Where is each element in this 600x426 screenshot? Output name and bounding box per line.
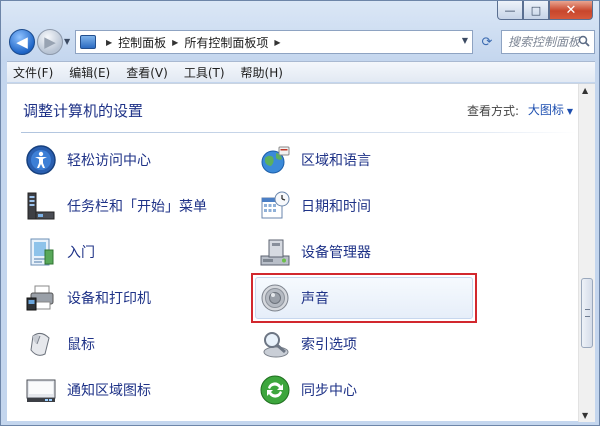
title-divider (21, 132, 577, 133)
speaker-icon (261, 284, 289, 312)
refresh-button[interactable]: ⟳ (477, 30, 497, 54)
menu-tools[interactable]: 工具(T) (184, 64, 225, 81)
menu-file[interactable]: 文件(F) (13, 64, 53, 81)
control-panel-icon (80, 35, 96, 49)
calendar-clock-icon (261, 191, 290, 219)
item-label[interactable]: 声音 (301, 288, 329, 308)
breadcrumb-control-panel[interactable]: 控制面板 (118, 34, 166, 51)
minimize-button[interactable]: — (497, 1, 523, 20)
item-indexing-options[interactable]: 索引选项 (255, 324, 357, 364)
back-button[interactable]: ◀ (9, 29, 35, 55)
breadcrumb-separator[interactable]: ▶ (106, 38, 112, 47)
navigation-bar: ◀ ▶ ▼ ▶ 控制面板 ▶ 所有控制面板项 ▶ ▼ ⟳ (7, 27, 595, 57)
item-label[interactable]: 索引选项 (301, 334, 357, 354)
indexing-icon (263, 332, 289, 358)
scroll-up-button[interactable]: ▲ (582, 86, 588, 95)
menu-help[interactable]: 帮助(H) (241, 64, 283, 81)
item-device-manager[interactable]: 设备管理器 (255, 232, 371, 272)
menu-edit[interactable]: 编辑(E) (69, 64, 110, 81)
chevron-down-icon[interactable]: ▼ (567, 107, 573, 116)
vertical-scrollbar[interactable]: ▲ ▼ (578, 84, 595, 422)
scroll-thumb[interactable] (581, 278, 593, 348)
address-dropdown-icon[interactable]: ▼ (462, 36, 468, 45)
item-notification-area-icons[interactable]: 通知区域图标 (21, 370, 151, 410)
item-region-language[interactable]: 区域和语言 (255, 140, 371, 180)
scroll-down-button[interactable]: ▼ (582, 411, 588, 420)
item-devices-printers[interactable]: 设备和打印机 (21, 278, 151, 318)
item-label[interactable]: 入门 (67, 242, 95, 262)
grip-icon (585, 309, 590, 317)
breadcrumb-separator[interactable]: ▶ (274, 38, 280, 47)
item-date-time[interactable]: 日期和时间 (255, 186, 371, 226)
control-panel-window: — □ ✕ ◀ ▶ ▼ ▶ 控制面板 ▶ 所有控制面板项 ▶ ▼ ⟳ 文件(F)… (0, 0, 600, 426)
item-label[interactable]: 区域和语言 (301, 150, 371, 170)
view-mode-value[interactable]: 大图标 (528, 103, 564, 117)
breadcrumb-separator[interactable]: ▶ (172, 38, 178, 47)
item-label[interactable]: 设备管理器 (301, 242, 371, 262)
caption-buttons: — □ ✕ (497, 1, 593, 20)
menu-bar: 文件(F) 编辑(E) 查看(V) 工具(T) 帮助(H) (7, 61, 595, 82)
device-manager-icon (260, 239, 290, 266)
search-box[interactable] (501, 30, 595, 54)
item-label[interactable]: 通知区域图标 (67, 380, 151, 400)
search-icon[interactable] (578, 35, 590, 47)
globe-icon (261, 146, 290, 174)
item-sync-center[interactable]: 同步中心 (255, 370, 357, 410)
item-sound[interactable]: 声音 (255, 278, 329, 318)
item-label[interactable]: 设备和打印机 (67, 288, 151, 308)
address-bar[interactable]: ▶ 控制面板 ▶ 所有控制面板项 ▶ ▼ (75, 30, 473, 54)
content-pane: 调整计算机的设置 查看方式: 大图标 ▼ 轻松访问中心 任务栏和「开始」菜单 入… (7, 83, 595, 422)
item-label[interactable]: 轻松访问中心 (67, 150, 151, 170)
item-label[interactable]: 日期和时间 (301, 196, 371, 216)
menu-view[interactable]: 查看(V) (126, 64, 168, 81)
search-input[interactable] (508, 35, 580, 49)
printer-icon (26, 285, 54, 311)
view-by-label: 查看方式: (466, 104, 519, 118)
item-getting-started[interactable]: 入门 (21, 232, 95, 272)
forward-button[interactable]: ▶ (37, 29, 63, 55)
item-label[interactable]: 同步中心 (301, 380, 357, 400)
recent-pages-dropdown[interactable]: ▼ (64, 37, 70, 46)
mouse-icon (30, 332, 50, 356)
item-mouse[interactable]: 鼠标 (21, 324, 95, 364)
view-mode-dropdown[interactable]: 大图标 ▼ (528, 101, 573, 118)
sync-icon (260, 375, 290, 405)
getting-started-icon (30, 238, 54, 266)
item-label[interactable]: 鼠标 (67, 334, 95, 354)
taskbar-icon (27, 192, 55, 220)
close-button[interactable]: ✕ (549, 1, 593, 20)
item-taskbar-start-menu[interactable]: 任务栏和「开始」菜单 (21, 186, 207, 226)
item-label[interactable]: 任务栏和「开始」菜单 (67, 196, 207, 216)
notification-area-icon (26, 379, 56, 402)
breadcrumb-all-items[interactable]: 所有控制面板项 (184, 34, 268, 51)
item-ease-of-access-center[interactable]: 轻松访问中心 (21, 140, 151, 180)
maximize-button[interactable]: □ (523, 1, 549, 20)
page-title: 调整计算机的设置 (23, 102, 144, 120)
ease-of-access-icon (26, 145, 56, 175)
